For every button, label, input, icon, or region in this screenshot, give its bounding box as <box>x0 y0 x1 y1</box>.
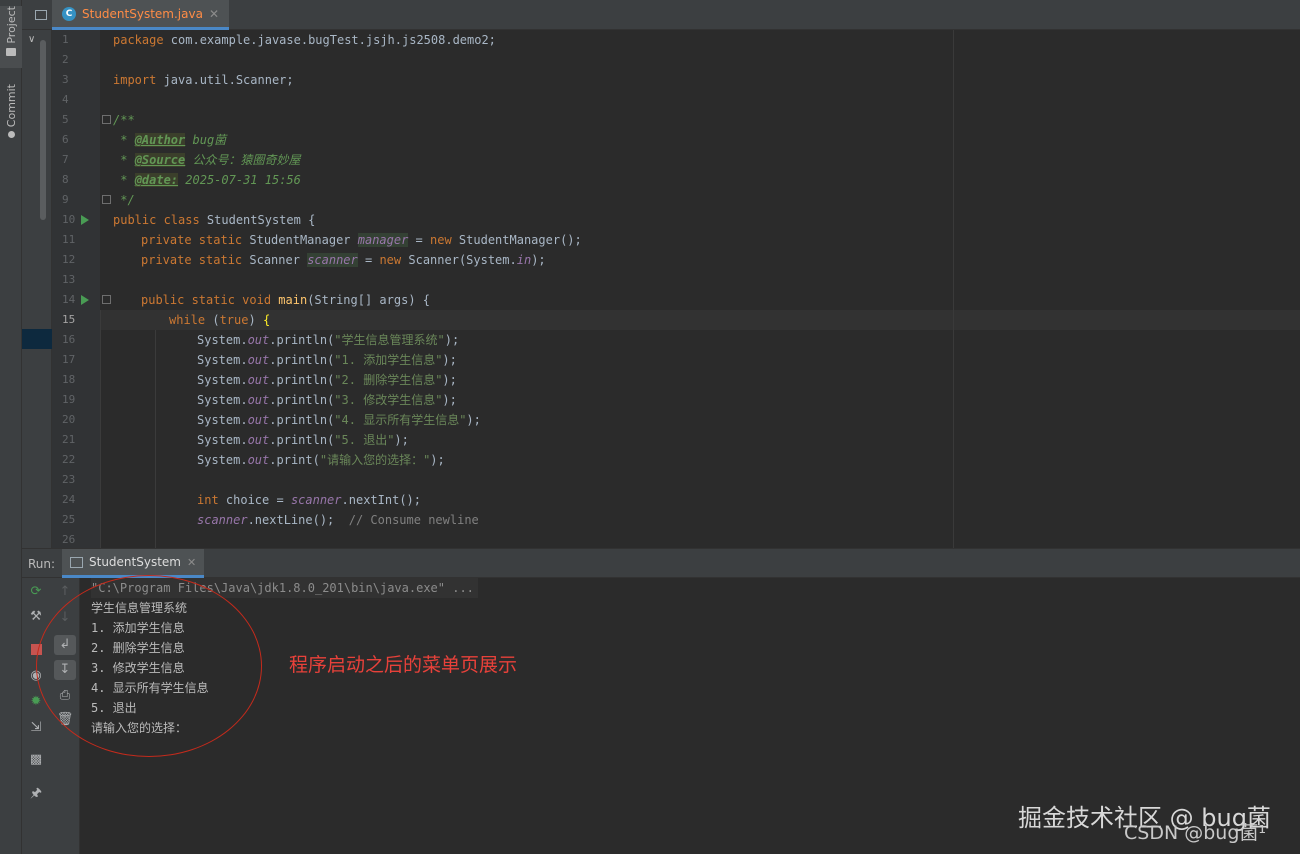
close-icon[interactable]: ✕ <box>209 7 219 21</box>
line-number: 24 <box>62 493 76 506</box>
rerun-icon[interactable]: ⟳ <box>27 584 45 600</box>
run-toolbar-primary: ⟳ ⚒ ◉ ✹ ⇲ ▩ 🖈 <box>22 578 50 854</box>
indent-guide <box>100 310 101 548</box>
code-line-3: import java.util.Scanner; <box>113 73 294 87</box>
run-gutter-icon[interactable] <box>81 215 89 225</box>
commit-icon <box>7 131 15 139</box>
run-gutter-icon[interactable] <box>81 295 89 305</box>
line-number-gutter[interactable]: 1 2 3 4 5 6 7 8 9 10 11 12 13 14 15 16 17 18 19 20 21 22 23 24 2… <box>52 30 111 548</box>
code-line-1: package com.example.javase.bugTest.jsjh.… <box>113 33 496 47</box>
run-panel-header: Run: StudentSystem ✕ <box>22 548 1300 578</box>
line-number: 17 <box>62 353 76 366</box>
code-line-20: System.out.println("4. 显示所有学生信息"); <box>197 413 481 427</box>
code-line-22: System.out.print("请输入您的选择："); <box>197 453 445 467</box>
pin-icon[interactable]: 🖈 <box>27 786 45 802</box>
project-pane[interactable]: ∨ <box>22 0 52 548</box>
code-line-9: */ <box>113 193 135 207</box>
line-number: 13 <box>62 273 76 286</box>
code-line-6: * @Author bug菌 <box>113 133 227 147</box>
line-number: 15 <box>62 313 76 326</box>
code-line-25: scanner.nextLine(); // Consume newline <box>197 513 479 527</box>
folder-icon <box>6 47 16 56</box>
line-number: 11 <box>62 233 76 246</box>
code-editor[interactable]: package com.example.javase.bugTest.jsjh.… <box>100 30 1300 548</box>
code-line-5: /** <box>113 113 135 127</box>
code-line-16: System.out.println("学生信息管理系统"); <box>197 333 460 347</box>
line-number: 16 <box>62 333 76 346</box>
line-number: 2 <box>62 53 69 66</box>
csdn-watermark: CSDN @bug菌¹ <box>1124 822 1266 844</box>
collapse-chevron-icon[interactable]: ∨ <box>28 34 35 45</box>
line-number: 20 <box>62 413 76 426</box>
line-number: 18 <box>62 373 76 386</box>
layout-icon[interactable]: ▩ <box>27 752 45 768</box>
line-number: 4 <box>62 93 69 106</box>
up-arrow-icon[interactable]: ↑ <box>56 584 74 600</box>
run-tab-studentsystem[interactable]: StudentSystem ✕ <box>62 549 205 578</box>
line-number: 19 <box>62 393 76 406</box>
commit-tool-tab[interactable]: Commit <box>0 84 22 146</box>
code-line-24: int choice = scanner.nextInt(); <box>197 493 421 507</box>
tool-window-strip: Project Commit <box>0 0 22 854</box>
editor-tab-bar: C StudentSystem.java ✕ <box>22 0 1300 30</box>
right-margin-guide <box>953 30 954 548</box>
line-number: 22 <box>62 453 76 466</box>
line-number: 14 <box>62 293 76 306</box>
project-tool-tab[interactable]: Project <box>0 6 22 68</box>
project-scrollbar[interactable] <box>40 40 46 220</box>
code-line-17: System.out.println("1. 添加学生信息"); <box>197 353 457 367</box>
code-line-15: while (true) { <box>169 313 271 327</box>
line-number: 23 <box>62 473 76 486</box>
run-panel-label: Run: <box>28 557 56 571</box>
wrench-icon[interactable]: ⚒ <box>27 609 45 625</box>
editor-tab-label: StudentSystem.java <box>82 6 203 21</box>
annotation-text: 程序启动之后的菜单页展示 <box>289 654 518 676</box>
code-line-12: private static Scanner scanner = new Sca… <box>141 253 546 267</box>
exit-icon[interactable]: ⇲ <box>27 720 45 736</box>
current-line-highlight <box>100 310 1300 330</box>
window-icon[interactable] <box>35 10 47 20</box>
annotation-ellipse <box>36 575 262 757</box>
code-line-7: * @Source 公众号：猿圈奇妙屋 <box>113 153 301 167</box>
line-number: 21 <box>62 433 76 446</box>
code-line-14: public static void main(String[] args) { <box>141 293 431 307</box>
project-tool-label: Project <box>4 6 18 44</box>
line-number: 12 <box>62 253 76 266</box>
line-number: 8 <box>62 173 69 186</box>
line-number: 26 <box>62 533 76 546</box>
code-line-18: System.out.println("2. 删除学生信息"); <box>197 373 457 387</box>
code-line-10: public class StudentSystem { <box>113 213 316 227</box>
console-icon <box>70 556 83 568</box>
line-number: 3 <box>62 73 69 86</box>
indent-guide <box>155 330 156 548</box>
code-line-8: * @date: 2025-07-31 15:56 <box>113 173 301 187</box>
line-number: 9 <box>62 193 69 206</box>
line-number: 10 <box>62 213 76 226</box>
code-line-11: private static StudentManager manager = … <box>141 233 582 247</box>
project-selected-row[interactable] <box>22 329 52 349</box>
commit-tool-label: Commit <box>4 84 18 128</box>
code-line-19: System.out.println("3. 修改学生信息"); <box>197 393 457 407</box>
java-class-icon: C <box>62 6 76 21</box>
run-tab-label: StudentSystem <box>89 555 181 569</box>
line-number: 6 <box>62 133 69 146</box>
editor-tab-studentsystem[interactable]: C StudentSystem.java ✕ <box>52 0 230 30</box>
line-number: 5 <box>62 113 69 126</box>
code-line-21: System.out.println("5. 退出"); <box>197 433 409 447</box>
line-number: 7 <box>62 153 69 166</box>
close-icon[interactable]: ✕ <box>187 556 196 569</box>
line-number: 25 <box>62 513 76 526</box>
line-number: 1 <box>62 33 69 46</box>
